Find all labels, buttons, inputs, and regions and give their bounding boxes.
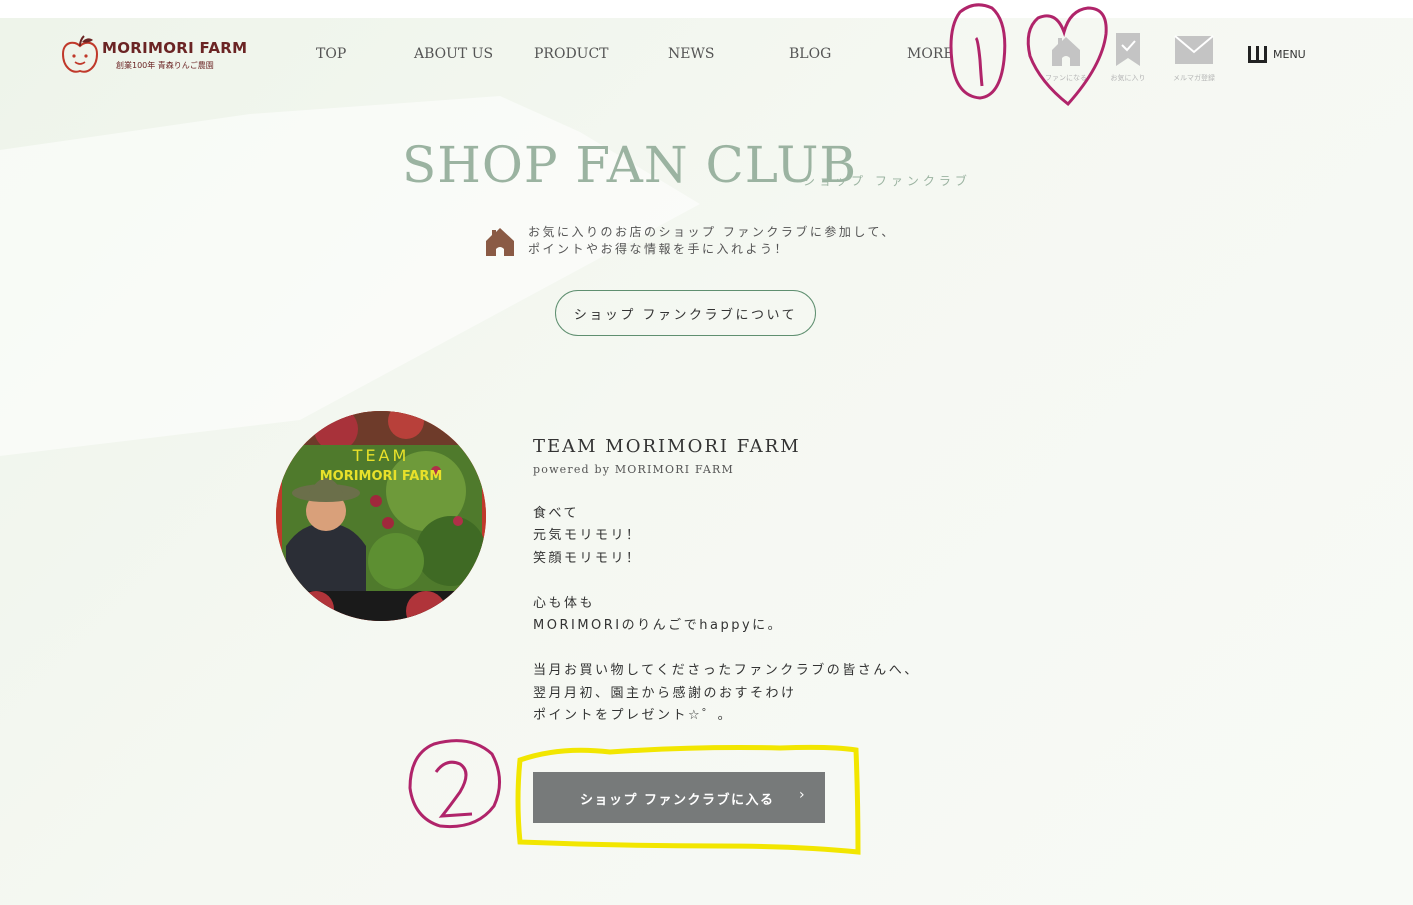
menu-button[interactable]: MENU xyxy=(1248,46,1306,63)
description-line: 当月お買い物してくださったファンクラブの皆さんへ、 xyxy=(533,663,920,678)
photo-caption-line-2: MORIMORI FARM xyxy=(320,469,443,484)
nav-product[interactable]: PRODUCT xyxy=(534,46,609,62)
house-icon xyxy=(1052,37,1080,66)
description-line: 笑顔モリモリ！ xyxy=(533,551,642,566)
description-line: 心も体も xyxy=(533,596,596,611)
mail-icon xyxy=(1174,35,1214,64)
shop-house-icon xyxy=(486,228,514,256)
description-line: 翌月月初、園主から感謝のおすそわけ xyxy=(533,686,797,701)
join-button-label: ショップ ファンクラブに入る xyxy=(580,793,775,808)
site-logo[interactable]: MORIMORI FARM 創業100年 青森りんご農園 xyxy=(60,34,250,80)
intro-line-2: ポイントやお得な情報を手に入れよう！ xyxy=(528,242,790,256)
newsletter-label: メルマガ登録 xyxy=(1173,74,1215,82)
about-fan-club-button[interactable]: ショップ ファンクラブについて xyxy=(555,290,816,336)
nav-news[interactable]: NEWS xyxy=(668,46,714,62)
favorites-label: お気に入り xyxy=(1110,74,1146,82)
nav-about-us[interactable]: ABOUT US xyxy=(414,46,493,62)
page-title: SHOP FAN CLUB xyxy=(402,136,858,194)
menu-label: MENU xyxy=(1273,48,1306,61)
team-photo-image: TEAM MORIMORI FARM xyxy=(276,411,486,621)
chevron-right-icon: › xyxy=(799,787,807,803)
page-title-subtitle: ショップ ファンクラブ xyxy=(803,174,971,188)
nav-top[interactable]: TOP xyxy=(316,46,346,62)
site-header: MORIMORI FARM 創業100年 青森りんご農園 TOP ABOUT U… xyxy=(0,18,1413,96)
join-fan-club-button[interactable]: ショップ ファンクラブに入る › xyxy=(533,772,825,823)
logo-text: MORIMORI FARM xyxy=(102,39,248,57)
become-fan-button[interactable]: ファンになる xyxy=(1036,32,1096,83)
description-line: MORIMORIのりんごでhappyに。 xyxy=(533,618,784,633)
apple-logo-icon xyxy=(61,35,99,73)
description-line: 元気モリモリ！ xyxy=(533,528,642,543)
description-line: 食べて xyxy=(533,506,579,521)
team-name: TEAM MORIMORI FARM xyxy=(533,436,801,457)
team-photo: TEAM MORIMORI FARM xyxy=(276,411,486,621)
favorites-button[interactable]: お気に入り xyxy=(1098,32,1158,83)
nav-blog[interactable]: BLOG xyxy=(789,46,831,62)
bookmark-icon xyxy=(1116,33,1140,66)
menu-icon xyxy=(1248,46,1267,63)
photo-caption-line-1: TEAM xyxy=(352,446,410,465)
intro-line-1: お気に入りのお店のショップ ファンクラブに参加して、 xyxy=(528,225,896,239)
team-powered-by: powered by MORIMORI FARM xyxy=(533,463,734,476)
fan-club-intro: お気に入りのお店のショップ ファンクラブに参加して、 ポイントやお得な情報を手に… xyxy=(528,224,896,258)
newsletter-button[interactable]: メルマガ登録 xyxy=(1164,32,1224,83)
nav-more[interactable]: MORE xyxy=(907,46,954,62)
become-fan-label: ファンになる xyxy=(1045,74,1087,82)
description-line: ポイントをプレゼント☆゜。 xyxy=(533,708,734,723)
logo-subtitle: 創業100年 青森りんご農園 xyxy=(116,61,214,70)
